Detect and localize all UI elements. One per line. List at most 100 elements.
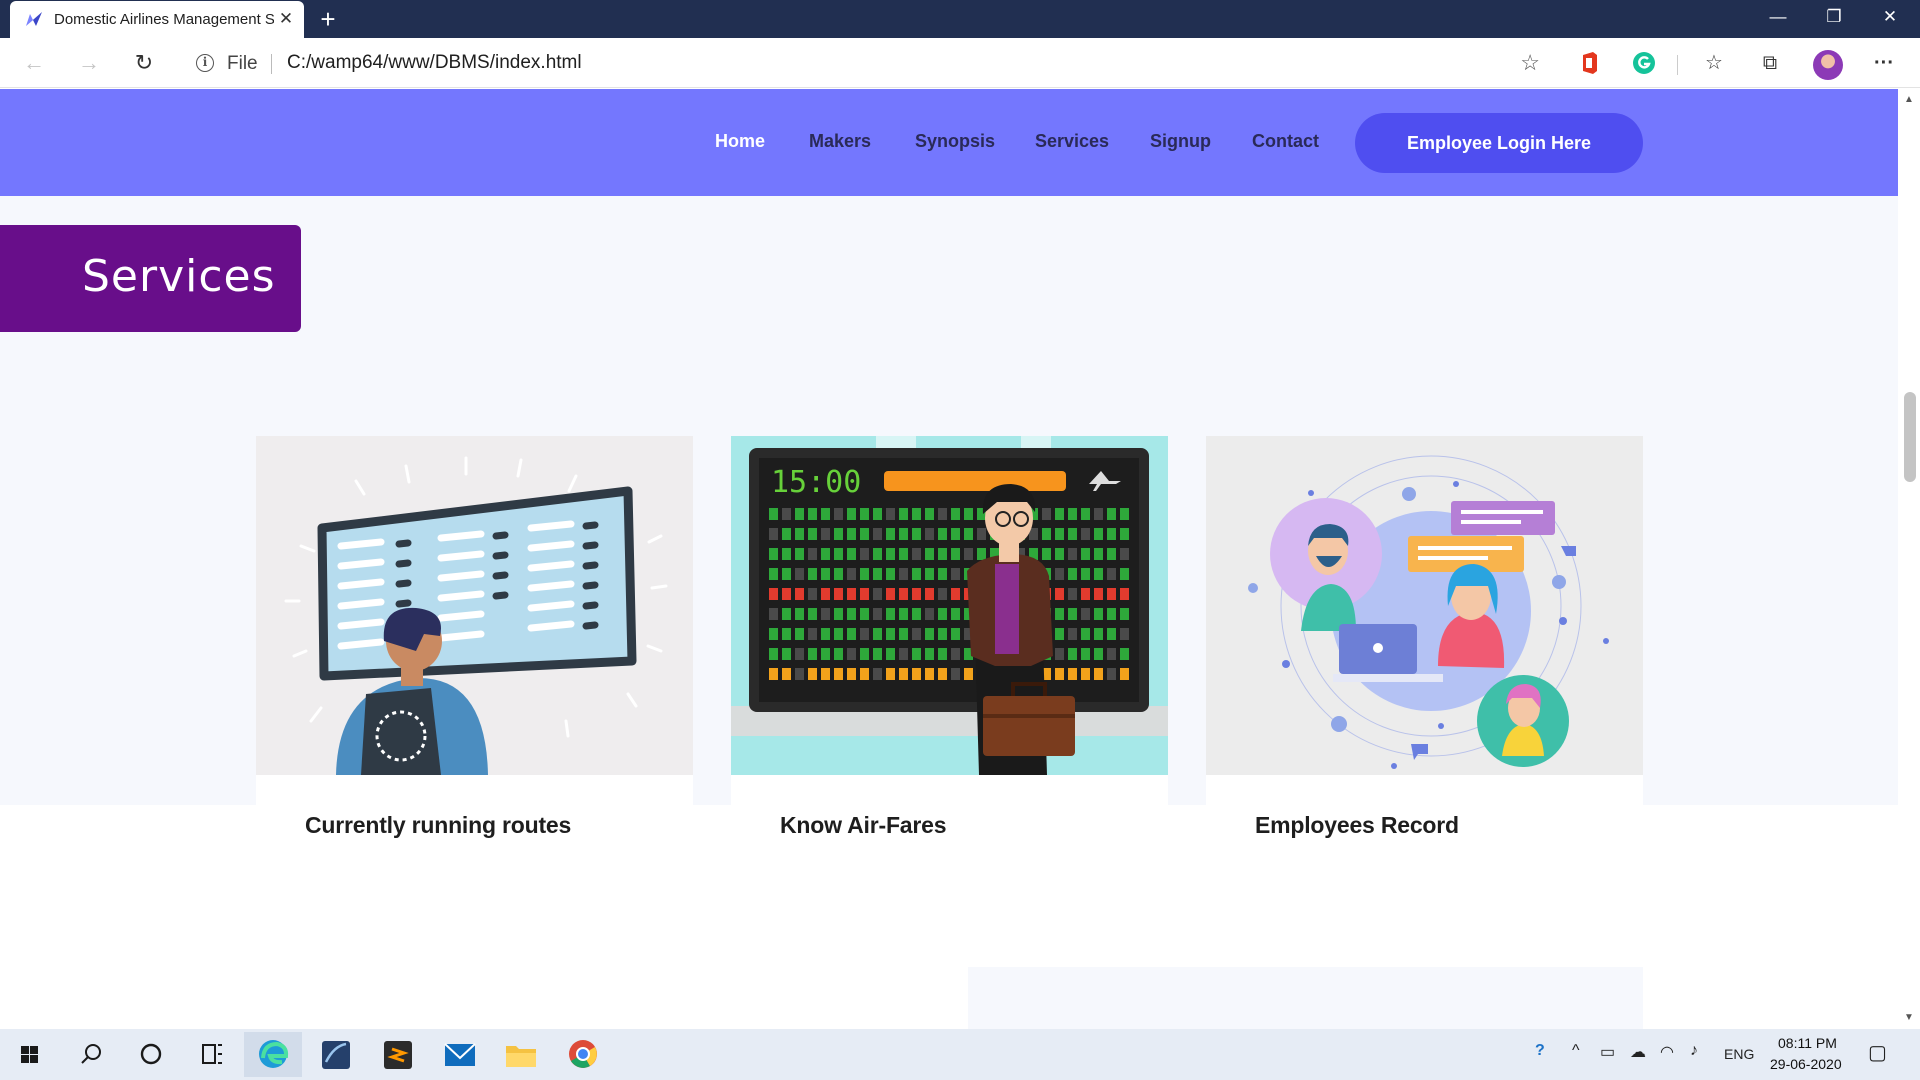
board-light — [1042, 548, 1051, 560]
board-light — [769, 528, 778, 540]
nav-link-synopsis[interactable]: Synopsis — [915, 131, 995, 152]
board-light — [873, 628, 882, 640]
search-icon[interactable] — [62, 1032, 120, 1077]
clock-date[interactable]: 29-06-2020 — [1770, 1056, 1842, 1072]
board-light — [795, 608, 804, 620]
board-light — [899, 608, 908, 620]
nav-link-home[interactable]: Home — [715, 131, 765, 152]
file-explorer-app-icon[interactable] — [492, 1032, 550, 1077]
settings-more-icon[interactable]: ··· — [1870, 49, 1898, 77]
service-card-airfares[interactable]: 15:00 Know Air-Fares — [731, 436, 1168, 905]
board-light — [860, 668, 869, 680]
scroll-down-icon[interactable]: ▼ — [1902, 1011, 1916, 1025]
volume-tray-icon[interactable]: ♪ — [1690, 1042, 1698, 1060]
board-light — [1081, 628, 1090, 640]
nav-link-contact[interactable]: Contact — [1252, 131, 1319, 152]
board-light — [860, 588, 869, 600]
cortana-icon[interactable] — [122, 1032, 180, 1077]
browser-tab[interactable]: Domestic Airlines Management S ✕ — [10, 1, 304, 38]
board-light — [795, 628, 804, 640]
windows-start-icon[interactable] — [0, 1032, 58, 1077]
office-extension-icon[interactable] — [1577, 51, 1601, 75]
board-light — [1068, 668, 1077, 680]
edge-app-icon[interactable] — [244, 1032, 302, 1077]
board-light — [834, 508, 843, 520]
notifications-icon[interactable]: ▢ — [1868, 1040, 1887, 1065]
board-light — [1042, 528, 1051, 540]
mysql-workbench-app-icon[interactable] — [306, 1032, 364, 1077]
board-light — [847, 628, 856, 640]
board-light — [1107, 628, 1116, 640]
board-light — [1120, 548, 1129, 560]
card-title[interactable]: Currently running routes — [305, 812, 571, 839]
board-light — [873, 668, 882, 680]
task-view-icon[interactable] — [182, 1032, 240, 1077]
favorite-star-icon[interactable]: ☆ — [1520, 50, 1540, 76]
board-light — [964, 548, 973, 560]
minimize-button[interactable]: — — [1750, 2, 1806, 34]
windows-taskbar: ? ^ ▭ ☁ ◠ ♪ ENG 08:11 PM 29-06-2020 ▢ — [0, 1029, 1920, 1080]
show-hidden-icons-chevron-icon[interactable]: ^ — [1572, 1042, 1580, 1060]
board-light — [821, 588, 830, 600]
grammarly-extension-icon[interactable] — [1632, 51, 1656, 75]
tab-title: Domestic Airlines Management S — [54, 11, 274, 28]
language-indicator[interactable]: ENG — [1724, 1046, 1754, 1062]
back-button[interactable]: ← — [18, 48, 50, 80]
clock-time[interactable]: 08:11 PM — [1778, 1035, 1837, 1051]
board-light — [873, 608, 882, 620]
chrome-app-icon[interactable] — [554, 1032, 612, 1077]
board-light — [1094, 528, 1103, 540]
board-light — [1055, 608, 1064, 620]
departure-board-businessman-illustration: 15:00 — [731, 436, 1168, 775]
board-light — [886, 628, 895, 640]
restore-button[interactable]: ❐ — [1806, 2, 1862, 34]
site-navbar: Home Makers Synopsis Services Signup Con… — [0, 89, 1898, 196]
nav-link-signup[interactable]: Signup — [1150, 131, 1211, 152]
board-light — [1081, 568, 1090, 580]
board-light — [899, 628, 908, 640]
favorites-list-icon[interactable]: ☆ — [1700, 49, 1728, 77]
board-light — [1107, 508, 1116, 520]
board-light — [808, 628, 817, 640]
service-card-routes[interactable]: Currently running routes — [256, 436, 693, 905]
mail-app-icon[interactable] — [430, 1032, 488, 1077]
toolbar-divider — [1677, 55, 1678, 75]
nav-link-makers[interactable]: Makers — [809, 131, 871, 152]
board-light — [795, 668, 804, 680]
board-light — [925, 508, 934, 520]
profile-avatar[interactable] — [1813, 50, 1843, 80]
wifi-tray-icon[interactable]: ◠ — [1660, 1042, 1674, 1062]
nav-link-services[interactable]: Services — [1035, 131, 1109, 152]
page-scrollbar[interactable]: ▲ ▼ — [1898, 89, 1920, 1029]
board-light — [938, 608, 947, 620]
card-title[interactable]: Know Air-Fares — [780, 812, 947, 839]
board-light — [782, 648, 791, 660]
card-title[interactable]: Employees Record — [1255, 812, 1459, 839]
scrollbar-thumb[interactable] — [1904, 392, 1916, 482]
board-light — [873, 588, 882, 600]
sublime-text-app-icon[interactable] — [368, 1032, 426, 1077]
board-light — [1107, 528, 1116, 540]
board-light — [1094, 668, 1103, 680]
scroll-up-icon[interactable]: ▲ — [1902, 93, 1916, 107]
close-window-button[interactable]: ✕ — [1862, 2, 1918, 34]
board-light — [1055, 588, 1064, 600]
airline-favicon-icon — [26, 12, 42, 26]
board-light — [1120, 508, 1129, 520]
forward-button[interactable]: → — [73, 48, 105, 80]
board-light — [912, 568, 921, 580]
new-tab-button[interactable]: + — [314, 5, 342, 33]
employee-login-button[interactable]: Employee Login Here — [1355, 113, 1643, 173]
battery-tray-icon[interactable]: ▭ — [1600, 1042, 1615, 1062]
url-text[interactable]: C:/wamp64/www/DBMS/index.html — [287, 52, 582, 74]
service-card-employees[interactable]: Employees Record — [1206, 436, 1643, 905]
help-tray-icon[interactable]: ? — [1535, 1042, 1545, 1060]
address-bar[interactable]: i File C:/wamp64/www/DBMS/index.html ☆ — [180, 46, 1552, 81]
collections-icon[interactable]: ⧉ — [1756, 49, 1784, 77]
refresh-button[interactable]: ↻ — [128, 48, 160, 80]
onedrive-tray-icon[interactable]: ☁ — [1630, 1042, 1646, 1062]
board-light — [821, 628, 830, 640]
board-light — [769, 588, 778, 600]
tab-close-icon[interactable]: ✕ — [276, 9, 296, 29]
site-info-icon[interactable]: i — [196, 54, 214, 72]
